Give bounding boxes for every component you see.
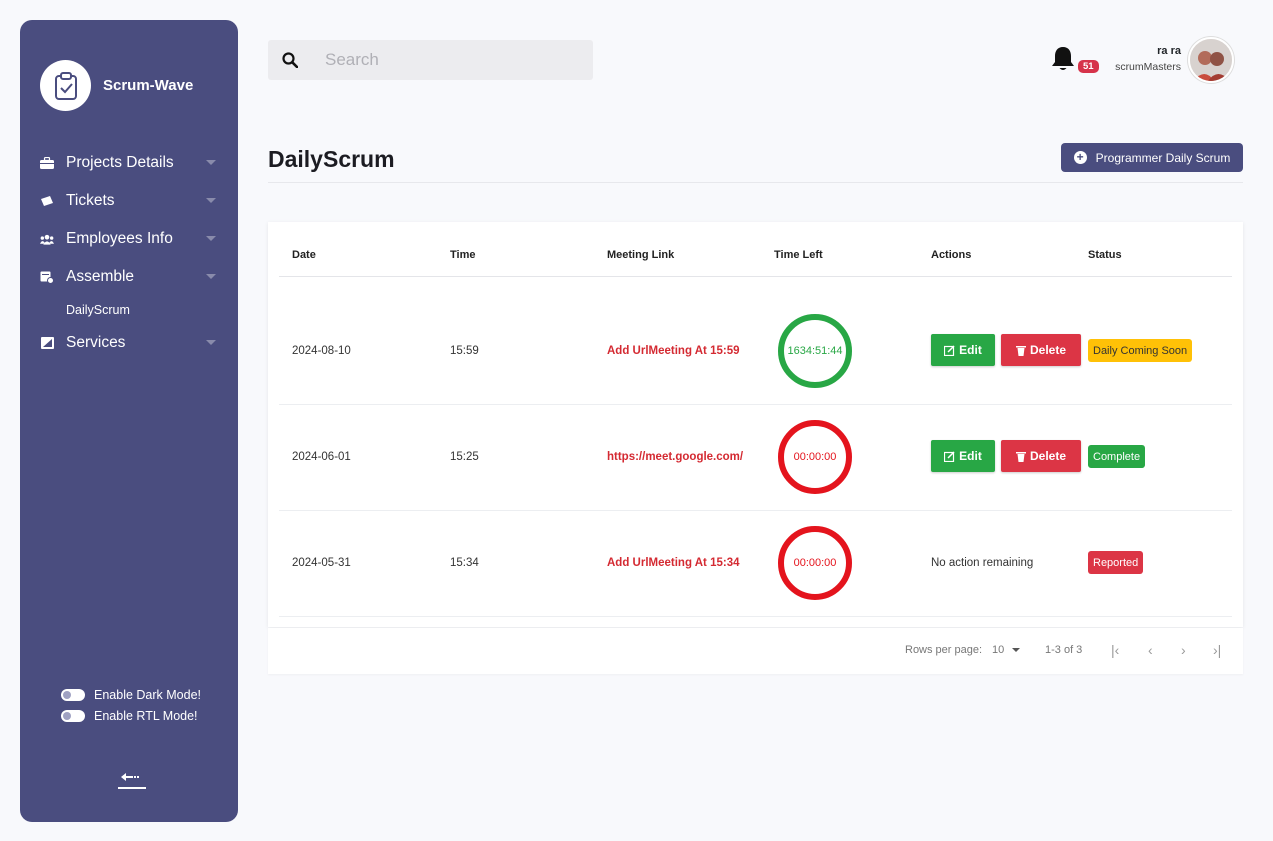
rows-per-page-select[interactable]: 10: [992, 644, 1021, 656]
table-row: 2024-08-10 15:59 Add UrlMeeting At 15:59…: [279, 299, 1232, 405]
chevron-down-icon: [206, 340, 216, 345]
row-date: 2024-06-01: [292, 451, 351, 463]
sidebar: Scrum-Wave Projects Details Tickets Empl…: [20, 20, 238, 822]
delete-label: Delete: [1029, 343, 1067, 357]
sidebar-item-label: Services: [66, 334, 126, 351]
column-header-meeting-link[interactable]: Meeting Link: [607, 249, 674, 261]
sidebar-item-services[interactable]: Services: [40, 324, 220, 362]
dailyscrum-table: Date Time Meeting Link Time Left Actions…: [268, 222, 1243, 627]
trash-icon: [1015, 345, 1026, 356]
rows-per-page-value: 10: [992, 644, 1005, 656]
rtl-mode-toggle[interactable]: Enable RTL Mode!: [61, 705, 201, 726]
chevron-down-icon: [206, 160, 216, 165]
sidebar-subitem-dailyscrum[interactable]: DailyScrum: [40, 296, 220, 324]
row-time: 15:59: [450, 345, 479, 357]
chevron-down-icon: [206, 236, 216, 241]
chevron-down-icon: [206, 274, 216, 279]
button-label: Programmer Daily Scrum: [1095, 150, 1231, 165]
mode-toggles: Enable Dark Mode! Enable RTL Mode!: [61, 684, 201, 726]
delete-label: Delete: [1029, 449, 1067, 463]
column-header-date[interactable]: Date: [292, 249, 316, 261]
clipboard-check-icon: [40, 60, 91, 111]
bell-icon[interactable]: [1050, 45, 1076, 73]
dark-mode-label: Enable Dark Mode!: [94, 687, 202, 702]
search-icon[interactable]: [268, 40, 312, 80]
previous-page-icon[interactable]: ‹: [1148, 642, 1153, 658]
plus-circle-icon: +: [1073, 151, 1087, 164]
column-header-time[interactable]: Time: [450, 249, 475, 261]
status-badge: Complete: [1088, 445, 1146, 468]
sidebar-item-projects-details[interactable]: Projects Details: [40, 144, 220, 182]
first-page-icon[interactable]: |‹: [1111, 642, 1119, 658]
time-left-timer: 00:00:00: [778, 420, 852, 494]
sidebar-nav: Projects Details Tickets Employees Info …: [40, 144, 220, 362]
sidebar-item-label: Projects Details: [66, 154, 174, 171]
sidebar-subitem-label: DailyScrum: [66, 303, 130, 317]
sidebar-item-employees-info[interactable]: Employees Info: [40, 220, 220, 258]
meeting-link[interactable]: https://meet.google.com/: [607, 451, 747, 463]
sidebar-item-tickets[interactable]: Tickets: [40, 182, 220, 220]
next-page-icon[interactable]: ›: [1181, 642, 1186, 658]
toggle-switch[interactable]: [61, 688, 85, 701]
notification-badge: 51: [1078, 60, 1099, 73]
avatar[interactable]: [1188, 37, 1234, 83]
table-row: 2024-05-31 15:34 Add UrlMeeting At 15:34…: [279, 511, 1232, 617]
page-range: 1-3 of 3: [1045, 644, 1083, 656]
toggle-switch[interactable]: [61, 709, 85, 722]
search-bar: [268, 40, 593, 80]
meeting-link[interactable]: Add UrlMeeting At 15:59: [607, 345, 748, 357]
time-left-timer: 1634:51:44: [778, 314, 852, 388]
no-action-text: No action remaining: [931, 557, 1034, 569]
user-role: scrumMasters: [1115, 61, 1181, 73]
programmer-daily-scrum-button[interactable]: + Programmer Daily Scrum: [1061, 143, 1243, 172]
chevron-down-icon: [206, 198, 216, 203]
row-time: 15:34: [450, 557, 479, 569]
briefcase-icon: [40, 156, 54, 170]
rtl-mode-label: Enable RTL Mode!: [94, 708, 198, 723]
sidebar-item-label: Tickets: [66, 192, 115, 209]
delete-button[interactable]: Delete: [1001, 334, 1081, 366]
table-row: 2024-06-01 15:25 https://meet.google.com…: [279, 405, 1232, 511]
edit-button[interactable]: Edit: [931, 334, 995, 366]
brand-name: Scrum-Wave: [103, 77, 194, 94]
divider: [268, 182, 1243, 183]
edit-label: Edit: [959, 449, 982, 463]
edit-label: Edit: [959, 343, 982, 357]
status-badge: Daily Coming Soon: [1088, 339, 1193, 362]
status-badge: Reported: [1088, 551, 1144, 574]
last-page-icon[interactable]: ›|: [1213, 642, 1221, 658]
pagination: Rows per page: 10 1-3 of 3 |‹ ‹ › ›|: [268, 628, 1243, 674]
sidebar-item-assemble[interactable]: Assemble: [40, 258, 220, 296]
services-icon: [40, 336, 54, 350]
users-icon: [40, 232, 54, 246]
table-header: Date Time Meeting Link Time Left Actions…: [279, 222, 1232, 277]
edit-button[interactable]: Edit: [931, 440, 995, 472]
rows-per-page-label: Rows per page:: [905, 644, 983, 656]
delete-button[interactable]: Delete: [1001, 440, 1081, 472]
caret-down-icon: [1012, 648, 1021, 653]
sidebar-item-label: Employees Info: [66, 230, 173, 247]
column-header-actions[interactable]: Actions: [931, 249, 971, 261]
page-title: DailyScrum: [268, 146, 395, 172]
column-header-time-left[interactable]: Time Left: [774, 249, 823, 261]
logout-icon[interactable]: [117, 765, 147, 791]
dark-mode-toggle[interactable]: Enable Dark Mode!: [61, 684, 201, 705]
ticket-icon: [40, 194, 54, 208]
edit-icon: [944, 344, 955, 356]
brand[interactable]: Scrum-Wave: [40, 60, 193, 111]
row-time: 15:25: [450, 451, 479, 463]
calendar-clock-icon: [40, 270, 54, 284]
sidebar-item-label: Assemble: [66, 268, 135, 285]
row-date: 2024-05-31: [292, 557, 351, 569]
search-input[interactable]: [312, 40, 572, 80]
row-date: 2024-08-10: [292, 345, 351, 357]
column-header-status[interactable]: Status: [1088, 249, 1122, 261]
trash-icon: [1015, 451, 1026, 462]
edit-icon: [944, 450, 955, 462]
time-left-timer: 00:00:00: [778, 526, 852, 600]
user-name: ra ra: [1157, 45, 1181, 57]
meeting-link[interactable]: Add UrlMeeting At 15:34: [607, 557, 748, 569]
